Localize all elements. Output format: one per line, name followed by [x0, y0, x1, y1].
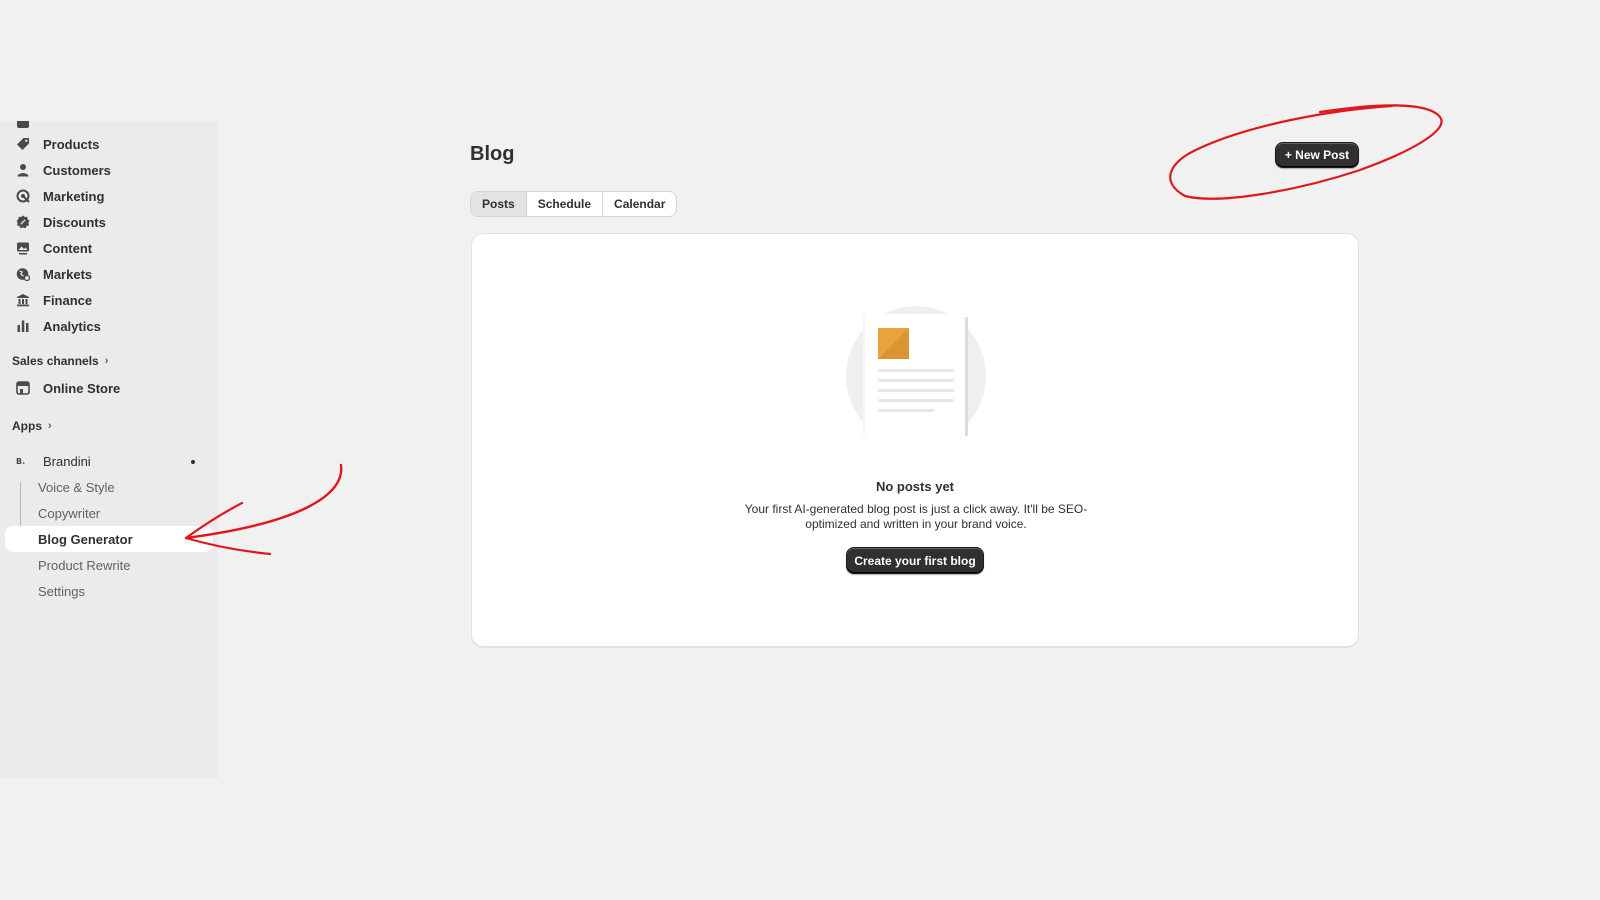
app-sub-item-product-rewrite[interactable]: Product Rewrite: [5, 552, 213, 578]
tab-posts[interactable]: Posts: [471, 192, 527, 216]
apps-label: Apps: [12, 419, 42, 433]
app-sub-item-blog-generator[interactable]: Blog Generator: [5, 526, 213, 552]
sub-item-label: Settings: [38, 583, 85, 599]
image-icon: [15, 240, 31, 256]
sub-item-label: Copywriter: [38, 505, 101, 521]
svg-text:B.: B.: [16, 457, 25, 466]
sidebar-item-marketing[interactable]: Marketing: [5, 183, 213, 209]
sidebar-item-discounts[interactable]: Discounts: [5, 209, 213, 235]
chevron-right-icon: ›: [48, 420, 52, 432]
sidebar-item-label: Online Store: [43, 380, 121, 396]
sidebar-item-brandini[interactable]: B. Brandini: [5, 448, 213, 474]
empty-state-title: No posts yet: [875, 479, 954, 494]
sub-item-label: Blog Generator: [38, 531, 133, 547]
app-sub-item-settings[interactable]: Settings: [5, 578, 213, 604]
tab-schedule[interactable]: Schedule: [527, 192, 604, 216]
discount-icon: [15, 214, 31, 230]
app-sub-item-voice-style[interactable]: Voice & Style: [5, 474, 213, 500]
sub-item-label: Product Rewrite: [38, 557, 131, 573]
page-title: Blog: [470, 143, 515, 165]
sidebar-item-online-store[interactable]: Online Store: [5, 375, 213, 401]
sidebar-item-label: Discounts: [43, 214, 106, 230]
create-first-blog-button[interactable]: Create your first blog: [846, 547, 984, 574]
bar-chart-icon: [15, 318, 31, 334]
sidebar-item-label: Finance: [43, 292, 93, 308]
sidebar-item-content[interactable]: Content: [5, 235, 213, 261]
sidebar-item-finance[interactable]: Finance: [5, 287, 213, 313]
sidebar-item-label: Markets: [43, 266, 93, 282]
sidebar-item-analytics[interactable]: Analytics: [5, 313, 213, 339]
sidebar-item-customers[interactable]: Customers: [5, 157, 213, 183]
storefront-icon: [15, 380, 31, 396]
tag-icon: [15, 136, 31, 152]
chevron-right-icon: ›: [104, 355, 109, 367]
sidebar-item-label: Brandini: [43, 453, 91, 469]
new-post-button[interactable]: + New Post: [1275, 142, 1359, 168]
sidebar-item-markets[interactable]: Markets: [5, 261, 213, 287]
sidebar-item-label: Analytics: [43, 318, 101, 334]
sub-item-label: Voice & Style: [38, 479, 115, 495]
sidebar-item-label: Customers: [43, 162, 111, 178]
brandini-logo-icon: B.: [15, 453, 31, 469]
tab-calendar[interactable]: Calendar: [603, 192, 676, 216]
empty-state-description: Your first AI-generated blog post is jus…: [744, 502, 1088, 531]
tab-bar: Posts Schedule Calendar: [470, 191, 678, 217]
sidebar-item-label: Products: [43, 136, 100, 152]
apps-heading[interactable]: Apps ›: [12, 419, 52, 433]
sidebar-item-products[interactable]: Products: [5, 131, 213, 157]
sales-channels-label: Sales channels: [12, 354, 99, 368]
document-illustration-icon: [846, 306, 986, 436]
bank-icon: [15, 292, 31, 308]
globe-icon: [15, 266, 31, 282]
target-icon: [15, 188, 31, 204]
sales-channels-heading[interactable]: Sales channels ›: [12, 354, 108, 368]
empty-state-card: No posts yet Your first AI-generated blo…: [471, 233, 1359, 647]
pin-dot-icon: [191, 460, 195, 464]
sidebar-item-label: Content: [43, 240, 93, 256]
orders-icon: [15, 121, 31, 130]
app-sub-item-copywriter[interactable]: Copywriter: [5, 500, 213, 526]
sidebar-item-label: Marketing: [43, 188, 105, 204]
sidebar: Products Customers Marketing Discounts C…: [0, 121, 218, 779]
person-icon: [15, 162, 31, 178]
